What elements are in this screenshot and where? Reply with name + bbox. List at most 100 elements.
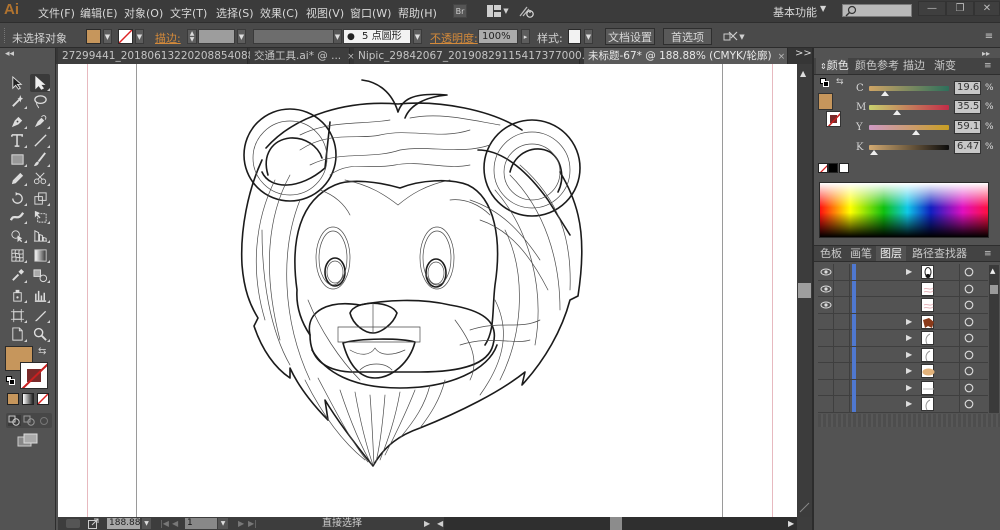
first-page-icon[interactable]: |◀: [160, 517, 169, 530]
visibility-toggle[interactable]: [818, 346, 834, 363]
minimize-button[interactable]: —: [918, 1, 946, 16]
channel-slider[interactable]: [869, 145, 949, 150]
magic-wand-tool[interactable]: [7, 92, 27, 110]
channel-value-input[interactable]: 35.53: [954, 100, 981, 114]
channel-value-input[interactable]: 59.19: [954, 120, 981, 134]
stroke-swatch[interactable]: [118, 29, 133, 44]
draw-behind-icon[interactable]: [23, 415, 36, 426]
expand-arrow-icon[interactable]: ▶: [906, 399, 912, 415]
scroll-up-icon[interactable]: ▲: [800, 69, 806, 78]
visibility-toggle[interactable]: [818, 330, 834, 346]
layer-row[interactable]: [818, 280, 988, 297]
pen-tool[interactable]: [7, 112, 27, 130]
layer-row[interactable]: ▶: [818, 313, 988, 330]
horizontal-scroll-thumb[interactable]: [610, 517, 622, 530]
tab-layers[interactable]: 图层: [876, 246, 906, 261]
layers-panel-menu-icon[interactable]: ≡: [980, 246, 996, 261]
zoom-tool[interactable]: [30, 325, 50, 343]
tab-color[interactable]: ⇕颜色: [816, 58, 849, 74]
swap-fill-stroke-icon[interactable]: ⇆: [836, 77, 844, 87]
menu-item[interactable]: 选择(S): [216, 5, 254, 21]
free-transform-tool[interactable]: [30, 207, 50, 225]
selection-tool[interactable]: [7, 74, 27, 92]
visibility-toggle[interactable]: [818, 313, 834, 330]
menu-item[interactable]: 窗口(W): [350, 5, 391, 21]
vertical-scrollbar[interactable]: ▲: [797, 64, 812, 517]
page-dropdown[interactable]: ▼: [218, 518, 228, 529]
lock-toggle[interactable]: [835, 330, 850, 346]
arrange-documents-button[interactable]: ▼: [486, 3, 510, 19]
document-tab[interactable]: 未标题-67* @ 188.88% (CMYK/轮廓) ×: [584, 48, 788, 64]
variable-width-dropdown[interactable]: ▼: [333, 29, 342, 44]
draw-inside-icon[interactable]: [38, 415, 51, 426]
channel-value-input[interactable]: 6.47: [954, 140, 981, 154]
paintbrush-tool[interactable]: [30, 150, 50, 168]
visibility-toggle[interactable]: [818, 363, 834, 379]
layer-row[interactable]: [818, 297, 988, 314]
scroll-up-icon[interactable]: ▲: [990, 267, 995, 275]
visibility-toggle[interactable]: [818, 280, 834, 297]
document-setup-button[interactable]: 文档设置: [605, 28, 655, 45]
eyedropper-tool[interactable]: [7, 266, 27, 284]
resize-grip-icon[interactable]: [799, 502, 810, 513]
column-graph-tool[interactable]: [30, 286, 50, 304]
gradient-mode-button[interactable]: [22, 393, 34, 405]
perspective-grid-tool[interactable]: [30, 226, 50, 244]
channel-slider[interactable]: [869, 105, 949, 110]
menu-item[interactable]: 对象(O): [124, 5, 163, 21]
lock-toggle[interactable]: [835, 396, 850, 412]
color-mode-button[interactable]: [7, 393, 19, 405]
close-window-button[interactable]: ✕: [974, 1, 1000, 16]
fill-dropdown[interactable]: ▼: [103, 29, 112, 44]
lock-toggle[interactable]: [835, 264, 850, 280]
channel-slider[interactable]: [869, 125, 949, 130]
swatch-none[interactable]: [818, 163, 828, 173]
lion-artwork-outline[interactable]: [58, 64, 797, 517]
visibility-toggle[interactable]: [818, 297, 834, 313]
brush-definition[interactable]: ● 5 点圆形: [343, 29, 411, 44]
horizontal-scrollbar[interactable]: ▶: [444, 517, 797, 530]
document-tab[interactable]: 交通工具.ai* @ ... ×: [250, 48, 355, 64]
zoom-level-input[interactable]: 188.88: [107, 518, 141, 529]
layer-row[interactable]: ▶: [818, 396, 988, 413]
change-screen-mode-icon[interactable]: [17, 433, 39, 447]
tab-brushes[interactable]: 画笔: [846, 246, 876, 261]
tabs-overflow-button[interactable]: >>: [795, 48, 812, 59]
draw-normal-icon[interactable]: [8, 415, 21, 426]
stroke-weight-stepper[interactable]: ▲ ▼: [187, 29, 197, 44]
lock-toggle[interactable]: [835, 297, 850, 313]
fill-swatch[interactable]: [86, 29, 101, 44]
lock-toggle[interactable]: [835, 346, 850, 363]
lasso-tool[interactable]: [30, 92, 50, 110]
color-spectrum[interactable]: [819, 182, 989, 238]
current-tool-status[interactable]: 直接选择: [322, 517, 362, 530]
shape-builder-tool[interactable]: [7, 226, 27, 244]
mesh-tool[interactable]: [7, 246, 27, 264]
layers-scrollbar[interactable]: ▲: [989, 265, 999, 413]
document-tab[interactable]: Nipic_29842067_20190829115417377000.ai*×: [354, 48, 613, 64]
default-fill-stroke-icon[interactable]: [820, 78, 829, 87]
layer-row[interactable]: ▶: [818, 363, 988, 380]
menu-item[interactable]: 帮助(H): [398, 5, 437, 21]
slice-tool[interactable]: [30, 306, 50, 324]
control-bar-grip[interactable]: [4, 28, 7, 43]
swap-fill-stroke-icon[interactable]: ⇆: [38, 346, 46, 357]
layers-scroll-thumb[interactable]: [990, 285, 998, 294]
preferences-button[interactable]: 首选项: [663, 28, 712, 45]
channel-slider-thumb[interactable]: [912, 130, 921, 135]
export-icon[interactable]: [88, 518, 99, 530]
tab-swatches[interactable]: 色板: [816, 246, 846, 261]
swatch-black[interactable]: [828, 163, 838, 173]
variable-width-profile[interactable]: [253, 29, 335, 44]
none-mode-button[interactable]: [37, 393, 49, 405]
direct-selection-tool[interactable]: [30, 74, 50, 92]
sync-settings-button[interactable]: [518, 3, 536, 19]
default-fill-stroke-icon[interactable]: [6, 376, 15, 385]
page-number-input[interactable]: 1: [185, 518, 217, 529]
opacity-input[interactable]: 100%: [478, 29, 518, 44]
lock-toggle[interactable]: [835, 280, 850, 297]
collapse-dock-icon[interactable]: ▸▸: [982, 49, 990, 58]
rotate-tool[interactable]: [7, 189, 27, 207]
channel-slider-thumb[interactable]: [893, 110, 902, 115]
visibility-toggle[interactable]: [818, 264, 834, 280]
